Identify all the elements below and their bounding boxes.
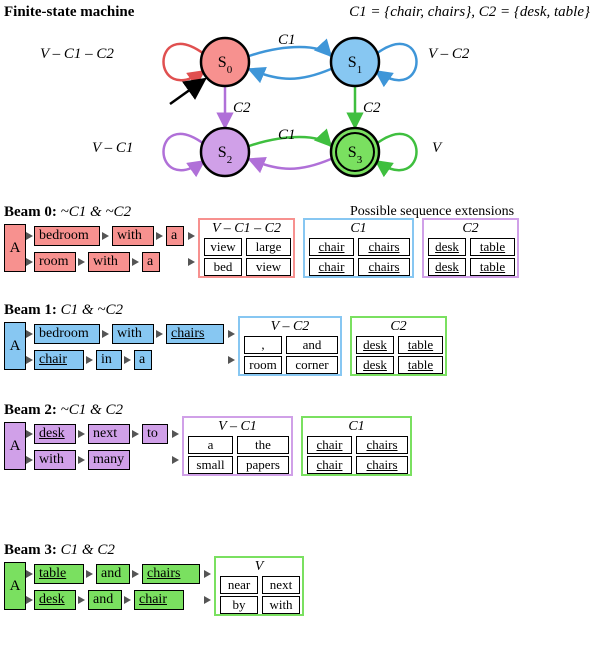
ext-cell: papers — [237, 456, 289, 474]
edge-label: C1 — [278, 32, 296, 48]
token: a — [142, 252, 160, 272]
page-title: Finite-state machine — [4, 4, 134, 21]
token: bedroom — [34, 324, 100, 344]
token: with — [34, 450, 76, 470]
start-token: A — [4, 224, 26, 272]
token: chairs — [166, 324, 224, 344]
edge-label: C1 — [278, 127, 296, 143]
ext-cell: chair — [309, 258, 354, 276]
start-token: A — [4, 322, 26, 370]
token: desk — [34, 590, 76, 610]
edge-label: V – C1 – C2 — [40, 46, 114, 62]
ext-box: V – C2,androomcorner — [238, 316, 342, 376]
token: with — [112, 226, 154, 246]
ext-cell: chairs — [356, 436, 408, 454]
token: a — [166, 226, 184, 246]
ext-box: Vnearnextbywith — [214, 556, 304, 616]
ext-cell: chair — [309, 238, 354, 256]
ext-box: C2desktabledesktable — [422, 218, 519, 278]
token: and — [88, 590, 122, 610]
edge-label: C2 — [233, 100, 251, 116]
ext-cell: corner — [286, 356, 338, 374]
ext-cell: a — [188, 436, 233, 454]
fsm-diagram: S0 S1 S2 S3 C1 V – C2 V – C1 – C2 C2 C2 … — [0, 24, 600, 194]
beam-label: Beam 2: ~C1 & C2 — [4, 402, 123, 419]
ext-cell: the — [237, 436, 289, 454]
ext-box: V – C1athesmallpapers — [182, 416, 293, 476]
ext-cell: large — [246, 238, 291, 256]
ext-cell: chairs — [358, 258, 410, 276]
token: chair — [34, 350, 84, 370]
ext-cell: with — [262, 596, 300, 614]
beam-label: Beam 1: C1 & ~C2 — [4, 302, 123, 319]
ext-cell: desk — [356, 336, 394, 354]
token: chairs — [142, 564, 200, 584]
edge-label: V — [432, 140, 443, 156]
edge-label: V – C2 — [428, 46, 470, 62]
beam-label: Beam 0: ~C1 & ~C2 — [4, 204, 131, 221]
ext-cell: chair — [307, 456, 352, 474]
start-token: A — [4, 422, 26, 470]
token: desk — [34, 424, 76, 444]
ext-cell: desk — [428, 238, 466, 256]
ext-cell: chair — [307, 436, 352, 454]
ext-cell: near — [220, 576, 258, 594]
ext-cell: small — [188, 456, 233, 474]
token: with — [88, 252, 130, 272]
ext-cell: table — [470, 238, 515, 256]
ext-cell: table — [470, 258, 515, 276]
token: a — [134, 350, 152, 370]
edge-label: C2 — [363, 100, 381, 116]
fsm-key: C1 = {chair, chairs}, C2 = {desk, table} — [349, 4, 590, 21]
ext-cell: view — [246, 258, 291, 276]
ext-cell: table — [398, 336, 443, 354]
ext-box: C2desktabledesktable — [350, 316, 447, 376]
token: many — [88, 450, 130, 470]
ext-box: C1chairchairschairchairs — [303, 218, 414, 278]
token: bedroom — [34, 226, 100, 246]
ext-cell: desk — [356, 356, 394, 374]
start-token: A — [4, 562, 26, 610]
ext-box: C1chairchairschairchairs — [301, 416, 412, 476]
beam-label: Beam 3: C1 & C2 — [4, 542, 115, 559]
token: chair — [134, 590, 184, 610]
ext-cell: bed — [204, 258, 242, 276]
ext-cell: , — [244, 336, 282, 354]
ext-cell: by — [220, 596, 258, 614]
ext-cell: chairs — [356, 456, 408, 474]
token: to — [142, 424, 168, 444]
ext-cell: table — [398, 356, 443, 374]
edge-label: V – C1 — [92, 140, 133, 156]
token: table — [34, 564, 84, 584]
token: next — [88, 424, 130, 444]
token: room — [34, 252, 76, 272]
ext-cell: next — [262, 576, 300, 594]
ext-cell: and — [286, 336, 338, 354]
token: in — [96, 350, 122, 370]
ext-cell: chairs — [358, 238, 410, 256]
ext-cell: desk — [428, 258, 466, 276]
token: with — [112, 324, 154, 344]
ext-cell: room — [244, 356, 282, 374]
ext-box: V – C1 – C2viewlargebedview — [198, 218, 295, 278]
token: and — [96, 564, 130, 584]
ext-cell: view — [204, 238, 242, 256]
